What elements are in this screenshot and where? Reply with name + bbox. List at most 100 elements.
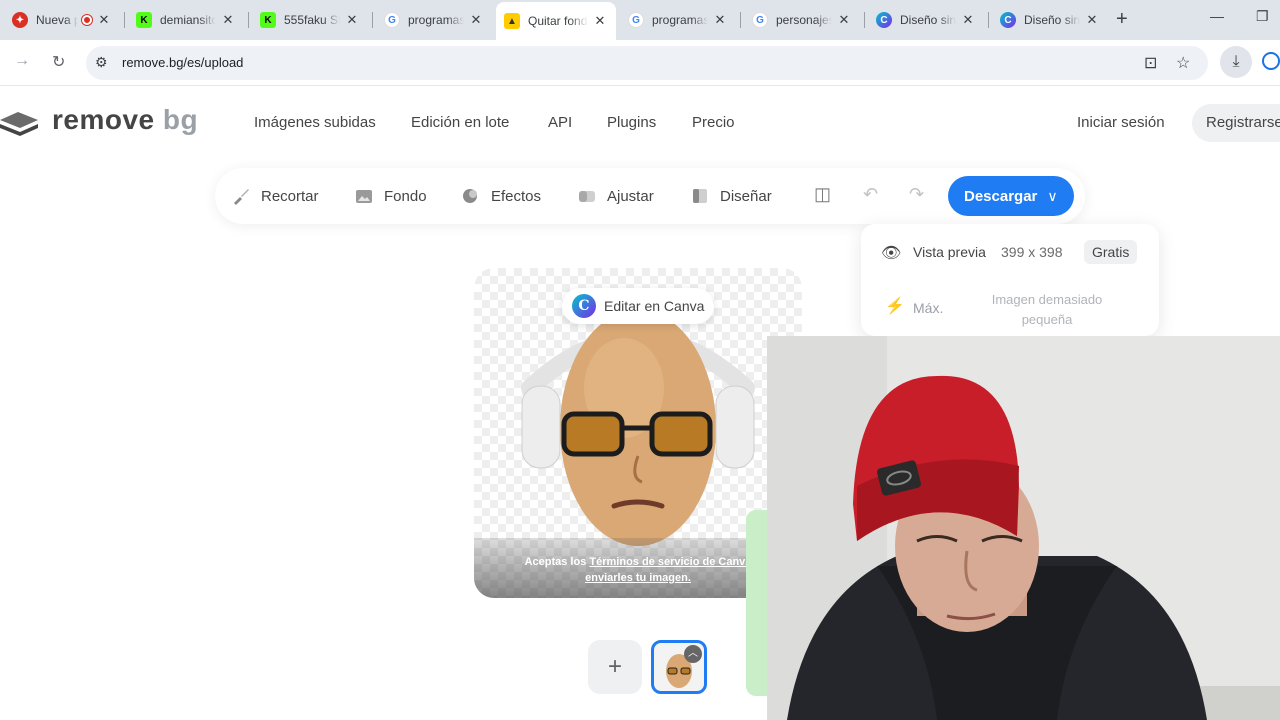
- preview-size: 399 x 398: [1001, 244, 1063, 260]
- sign-in-link[interactable]: Iniciar sesión: [1077, 114, 1165, 131]
- site-settings-icon[interactable]: ⚙: [95, 54, 108, 71]
- downloads-icon[interactable]: ⤓: [1220, 46, 1252, 78]
- tab-separator: [988, 12, 989, 28]
- download-button[interactable]: Descargar ∨: [948, 176, 1074, 216]
- browser-toolbar: → ↻ ⚙ remove.bg/es/upload ⊡ ☆ ⤓: [0, 40, 1280, 86]
- bolt-icon: ⚡: [885, 298, 905, 315]
- tab-title: 555faku Stream: [284, 13, 340, 27]
- tool-disenar[interactable]: Diseñar: [690, 186, 772, 206]
- close-icon[interactable]: ✕: [96, 12, 112, 28]
- effects-icon: [463, 189, 477, 203]
- design-icon: [693, 189, 707, 203]
- install-app-icon[interactable]: ⊡: [1144, 53, 1157, 73]
- tab-personajes[interactable]: G personajes ✕: [744, 4, 860, 36]
- tool-ajustar[interactable]: Ajustar: [577, 186, 654, 206]
- profile-avatar[interactable]: [1262, 52, 1280, 70]
- tool-efectos[interactable]: Efectos: [461, 186, 541, 206]
- eye-icon: 👁: [881, 245, 902, 262]
- nav-precio[interactable]: Precio: [692, 114, 735, 131]
- canva-label: Editar en Canva: [604, 298, 705, 314]
- tab-diseno-2[interactable]: C Diseño sin título ✕: [992, 4, 1108, 36]
- compare-icon[interactable]: ◫: [814, 184, 831, 205]
- close-icon[interactable]: ✕: [960, 12, 976, 28]
- terms-link[interactable]: Términos de servicio de Canva: [589, 556, 751, 568]
- forward-icon[interactable]: →: [14, 52, 30, 70]
- google-icon: G: [628, 12, 644, 28]
- google-icon: G: [384, 12, 400, 28]
- tab-diseno-1[interactable]: C Diseño sin título ✕: [868, 4, 984, 36]
- tab-separator: [740, 12, 741, 28]
- kick-icon: K: [136, 12, 152, 28]
- canva-icon: C: [876, 12, 892, 28]
- nav-api[interactable]: API: [548, 114, 572, 131]
- tab-555faku[interactable]: K 555faku Stream ✕: [252, 4, 368, 36]
- tool-label: Recortar: [261, 187, 319, 205]
- tab-separator: [864, 12, 865, 28]
- editor-toolbar: Recortar Fondo Efectos Ajustar Diseñar ◫…: [215, 168, 1085, 224]
- terms-prefix: Aceptas los: [524, 556, 590, 568]
- site-logo[interactable]: remove bg: [52, 104, 198, 136]
- site-header: remove bg Imágenes subidas Edición en lo…: [0, 86, 1280, 160]
- image-thumbnail[interactable]: ︿: [651, 640, 707, 694]
- minimize-icon[interactable]: —: [1210, 8, 1224, 24]
- pdf-icon: ✦: [12, 12, 28, 28]
- tab-title: Diseño sin título: [900, 13, 956, 27]
- download-label: Descargar: [964, 187, 1038, 205]
- nav-imagenes-subidas[interactable]: Imágenes subidas: [254, 114, 376, 131]
- url-text[interactable]: remove.bg/es/upload: [122, 55, 243, 70]
- tab-separator: [124, 12, 125, 28]
- close-icon[interactable]: ✕: [468, 12, 484, 28]
- chevron-down-icon: ∨: [1047, 187, 1058, 204]
- removebg-logo-icon[interactable]: [0, 106, 40, 138]
- logo-suffix: bg: [162, 104, 199, 135]
- browser-tab-strip: ✦ Nueva pestaña ✕ K demiansito ✕ K 555fa…: [0, 0, 1280, 40]
- undo-icon[interactable]: ↶: [863, 184, 878, 205]
- bookmark-star-icon[interactable]: ☆: [1176, 53, 1190, 73]
- tab-title: demiansito: [160, 13, 216, 27]
- tool-label: Efectos: [491, 187, 542, 205]
- address-bar[interactable]: ⚙ remove.bg/es/upload ⊡ ☆: [86, 46, 1208, 80]
- canva-icon: C: [572, 294, 596, 318]
- tab-separator: [248, 12, 249, 28]
- tab-nueva-pestana[interactable]: ✦ Nueva pestaña ✕: [4, 4, 120, 36]
- close-icon[interactable]: ✕: [1084, 12, 1100, 28]
- tool-recortar[interactable]: Recortar: [231, 186, 319, 206]
- close-icon[interactable]: ✕: [712, 12, 728, 28]
- tab-quitar-fondo[interactable]: ▲ Quitar fondo ✕: [496, 2, 616, 40]
- tab-title: Quitar fondo: [528, 14, 588, 28]
- close-icon[interactable]: ✕: [592, 13, 608, 29]
- new-tab-icon[interactable]: +: [1116, 8, 1128, 31]
- tab-programas-2[interactable]: G programas ✕: [620, 4, 736, 36]
- image-too-small-note: Imagen demasiado pequeña: [991, 292, 1103, 327]
- nav-edicion-en-lote[interactable]: Edición en lote: [411, 114, 509, 131]
- register-button[interactable]: Registrarse: [1192, 104, 1280, 142]
- tab-separator: [372, 12, 373, 28]
- webcam-person: [767, 336, 1280, 720]
- edit-in-canva-button[interactable]: C Editar en Canva: [562, 288, 714, 324]
- tab-programas[interactable]: G programas ✕: [376, 4, 492, 36]
- reload-icon[interactable]: ↻: [52, 52, 65, 72]
- download-options-panel: 👁 Vista previa 399 x 398 Gratis ⚡ Máx. I…: [861, 224, 1159, 336]
- tool-label: Ajustar: [607, 187, 654, 205]
- google-icon: G: [752, 12, 768, 28]
- removebg-icon: ▲: [504, 13, 520, 29]
- chevron-up-icon[interactable]: ︿: [684, 645, 702, 663]
- tool-label: Diseñar: [720, 187, 772, 205]
- nav-plugins[interactable]: Plugins: [607, 114, 656, 131]
- webcam-overlay: [767, 336, 1280, 720]
- recording-icon: [82, 15, 92, 25]
- close-icon[interactable]: ✕: [220, 12, 236, 28]
- maximize-icon[interactable]: ❐: [1256, 8, 1269, 25]
- adjust-icon: [579, 191, 595, 202]
- tab-demiansito[interactable]: K demiansito ✕: [128, 4, 244, 36]
- redo-icon[interactable]: ↷: [909, 184, 924, 205]
- close-icon[interactable]: ✕: [344, 12, 360, 28]
- tool-fondo[interactable]: Fondo: [354, 186, 427, 206]
- close-icon[interactable]: ✕: [836, 12, 852, 28]
- max-label: Máx.: [913, 300, 944, 316]
- tab-title: personajes: [776, 13, 832, 27]
- eraser-brush-icon: [234, 189, 249, 205]
- tab-title: Diseño sin título: [1024, 13, 1080, 27]
- terms-suffix: enviarles tu imagen.: [585, 572, 691, 584]
- add-image-button[interactable]: +: [588, 640, 642, 694]
